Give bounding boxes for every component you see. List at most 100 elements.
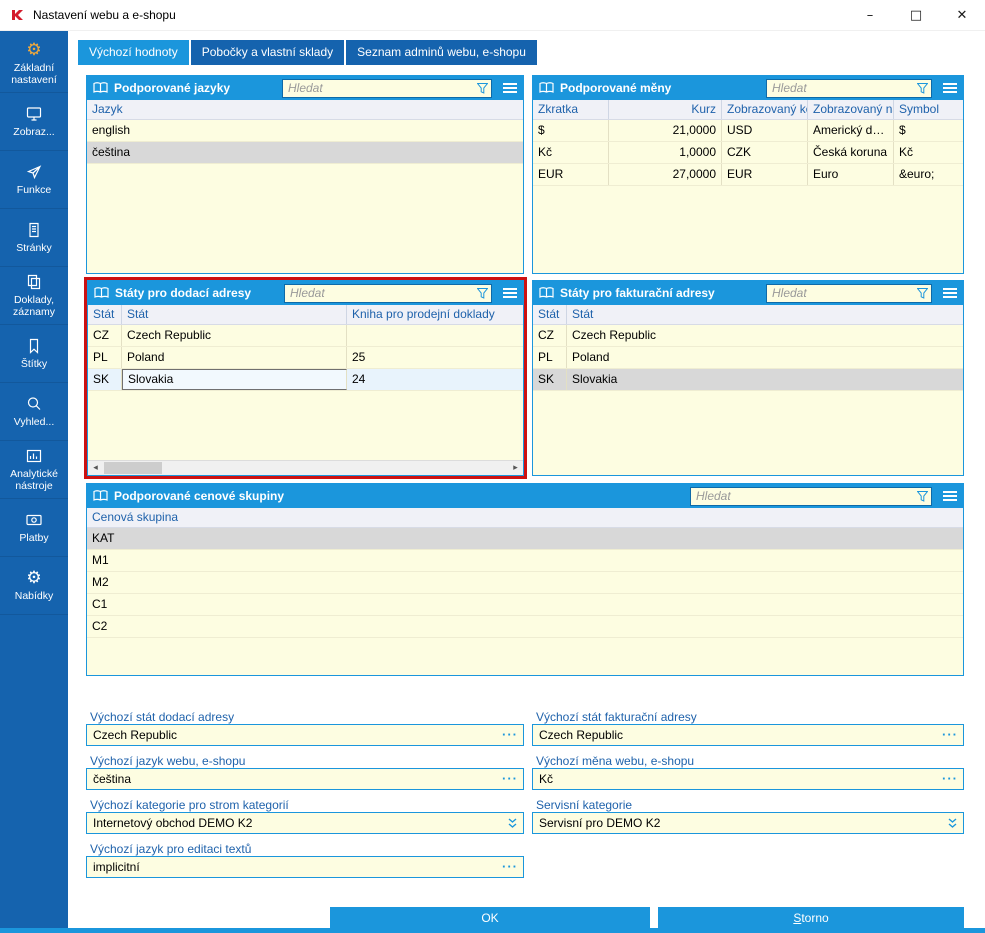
cell: 25 bbox=[347, 347, 523, 368]
table-row[interactable]: $ 21,0000 USD Americký dolar $ bbox=[533, 120, 963, 142]
field-value: Servisní pro DEMO K2 bbox=[539, 816, 947, 830]
table-row[interactable]: EUR 27,0000 EUR Euro &euro; bbox=[533, 164, 963, 186]
search-box bbox=[766, 79, 932, 98]
double-chevron-down-icon[interactable] bbox=[507, 817, 518, 829]
scroll-right-icon[interactable]: ▸ bbox=[508, 461, 523, 475]
sidebar-item-zakladni-nastaveni[interactable]: ⚙ Základní nastavení bbox=[0, 35, 68, 93]
ok-button[interactable]: OK bbox=[330, 907, 650, 928]
table-row[interactable]: čeština bbox=[87, 142, 523, 164]
column-header[interactable]: Stát bbox=[567, 305, 963, 324]
sidebar-item-stranky[interactable]: Stránky bbox=[0, 209, 68, 267]
default-shipping-state-field[interactable]: Czech Republic ··· bbox=[86, 724, 524, 746]
scrollbar-thumb[interactable] bbox=[104, 462, 162, 474]
scroll-left-icon[interactable]: ◂ bbox=[88, 461, 103, 475]
table-row[interactable]: KAT bbox=[87, 528, 963, 550]
minimize-button[interactable]: – bbox=[847, 0, 893, 30]
tab-pobocky-a-vlastni-sklady[interactable]: Pobočky a vlastní sklady bbox=[191, 40, 344, 65]
filter-icon[interactable] bbox=[917, 491, 928, 502]
sidebar-item-vyhledavani[interactable]: Vyhled... bbox=[0, 383, 68, 441]
sidebar-item-platby[interactable]: Platby bbox=[0, 499, 68, 557]
column-header[interactable]: Stát bbox=[533, 305, 567, 324]
default-web-language-field[interactable]: čeština ··· bbox=[86, 768, 524, 790]
panel-header: Státy pro dodací adresy bbox=[88, 281, 523, 305]
column-header[interactable]: Symbol bbox=[894, 100, 963, 119]
settings-gear-icon: ⚙ bbox=[26, 41, 41, 59]
menu-icon[interactable] bbox=[938, 484, 962, 508]
table-row[interactable]: CZ Czech Republic bbox=[533, 325, 963, 347]
column-header[interactable]: Zobrazovaný název bbox=[808, 100, 894, 119]
search-input[interactable] bbox=[288, 80, 474, 97]
ellipsis-button[interactable]: ··· bbox=[502, 862, 518, 872]
table-row[interactable]: C2 bbox=[87, 616, 963, 638]
cell-editing[interactable]: Slovakia bbox=[122, 369, 347, 390]
table-row[interactable]: english bbox=[87, 120, 523, 142]
cell: $ bbox=[533, 120, 609, 141]
sidebar-item-label: Analytické nástroje bbox=[2, 468, 66, 492]
menu-icon[interactable] bbox=[498, 76, 522, 100]
tab-seznam-adminu[interactable]: Seznam adminů webu, e-shopu bbox=[346, 40, 537, 65]
grid-body: KAT M1 M2 C1 C2 bbox=[87, 528, 963, 675]
field-value: čeština bbox=[93, 772, 502, 786]
sidebar-item-nabidky[interactable]: ⚙ Nabídky bbox=[0, 557, 68, 615]
column-header[interactable]: Zkratka bbox=[533, 100, 609, 119]
panel-billing-states: Státy pro fakturační adresy Stát Stát CZ… bbox=[532, 280, 964, 476]
tab-vychozi-hodnoty[interactable]: Výchozí hodnoty bbox=[78, 40, 189, 65]
grid-body: CZ Czech Republic PL Poland SK Slovakia bbox=[533, 325, 963, 475]
storno-button[interactable]: Storno bbox=[658, 907, 964, 928]
search-input[interactable] bbox=[772, 80, 914, 97]
filter-icon[interactable] bbox=[477, 83, 488, 94]
ellipsis-button[interactable]: ··· bbox=[502, 730, 518, 740]
column-header[interactable]: Stát bbox=[122, 305, 347, 324]
filter-icon[interactable] bbox=[477, 288, 488, 299]
sidebar-item-analyticke-nastroje[interactable]: Analytické nástroje bbox=[0, 441, 68, 499]
panel-supported-currencies: Podporované měny Zkratka Kurz Zobrazovan… bbox=[532, 75, 964, 274]
ellipsis-button[interactable]: ··· bbox=[942, 730, 958, 740]
close-button[interactable]: ✕ bbox=[939, 0, 985, 30]
table-row[interactable]: SK Slovakia bbox=[533, 369, 963, 391]
search-input[interactable] bbox=[772, 285, 914, 302]
table-row-focused[interactable]: SK Slovakia 24 bbox=[88, 369, 523, 391]
sidebar-item-funkce[interactable]: Funkce bbox=[0, 151, 68, 209]
double-chevron-down-icon[interactable] bbox=[947, 817, 958, 829]
sidebar-item-label: Stránky bbox=[16, 242, 52, 254]
default-category-tree-field[interactable]: Internetový obchod DEMO K2 bbox=[86, 812, 524, 834]
offers-gear-icon: ⚙ bbox=[26, 569, 41, 587]
cell: SK bbox=[533, 369, 567, 390]
table-row[interactable]: M2 bbox=[87, 572, 963, 594]
service-category-field[interactable]: Servisní pro DEMO K2 bbox=[532, 812, 964, 834]
sidebar-item-doklady-zaznamy[interactable]: Doklady, záznamy bbox=[0, 267, 68, 325]
default-text-edit-language-field[interactable]: implicitní ··· bbox=[86, 856, 524, 878]
table-row[interactable]: PL Poland bbox=[533, 347, 963, 369]
table-row[interactable]: CZ Czech Republic bbox=[88, 325, 523, 347]
maximize-button[interactable]: □ bbox=[893, 0, 939, 30]
table-row[interactable]: M1 bbox=[87, 550, 963, 572]
default-billing-state-field[interactable]: Czech Republic ··· bbox=[532, 724, 964, 746]
column-header[interactable]: Stát bbox=[88, 305, 122, 324]
search-input[interactable] bbox=[696, 488, 914, 505]
table-row[interactable]: Kč 1,0000 CZK Česká koruna Kč bbox=[533, 142, 963, 164]
panel-title: Státy pro fakturační adresy bbox=[560, 286, 715, 300]
ellipsis-button[interactable]: ··· bbox=[502, 774, 518, 784]
cell: C2 bbox=[87, 616, 963, 637]
book-icon bbox=[93, 490, 108, 502]
filter-icon[interactable] bbox=[917, 83, 928, 94]
column-header[interactable]: Cenová skupina bbox=[87, 508, 963, 527]
sidebar-item-stitky[interactable]: Štítky bbox=[0, 325, 68, 383]
search-input[interactable] bbox=[290, 285, 474, 302]
filter-icon[interactable] bbox=[917, 288, 928, 299]
default-web-currency-field[interactable]: Kč ··· bbox=[532, 768, 964, 790]
horizontal-scrollbar[interactable]: ◂ ▸ bbox=[88, 460, 523, 475]
table-row[interactable]: PL Poland 25 bbox=[88, 347, 523, 369]
column-header[interactable]: Kniha pro prodejní doklady bbox=[347, 305, 523, 324]
panel-header: Podporované měny bbox=[533, 76, 963, 100]
column-header[interactable]: Zobrazovaný kód bbox=[722, 100, 808, 119]
column-header[interactable]: Kurz bbox=[609, 100, 722, 119]
menu-icon[interactable] bbox=[498, 281, 522, 305]
column-header[interactable]: Jazyk bbox=[87, 100, 523, 119]
menu-icon[interactable] bbox=[938, 281, 962, 305]
sidebar-item-label: Nabídky bbox=[15, 590, 54, 602]
ellipsis-button[interactable]: ··· bbox=[942, 774, 958, 784]
menu-icon[interactable] bbox=[938, 76, 962, 100]
sidebar-item-zobrazeni[interactable]: Zobraz... bbox=[0, 93, 68, 151]
table-row[interactable]: C1 bbox=[87, 594, 963, 616]
